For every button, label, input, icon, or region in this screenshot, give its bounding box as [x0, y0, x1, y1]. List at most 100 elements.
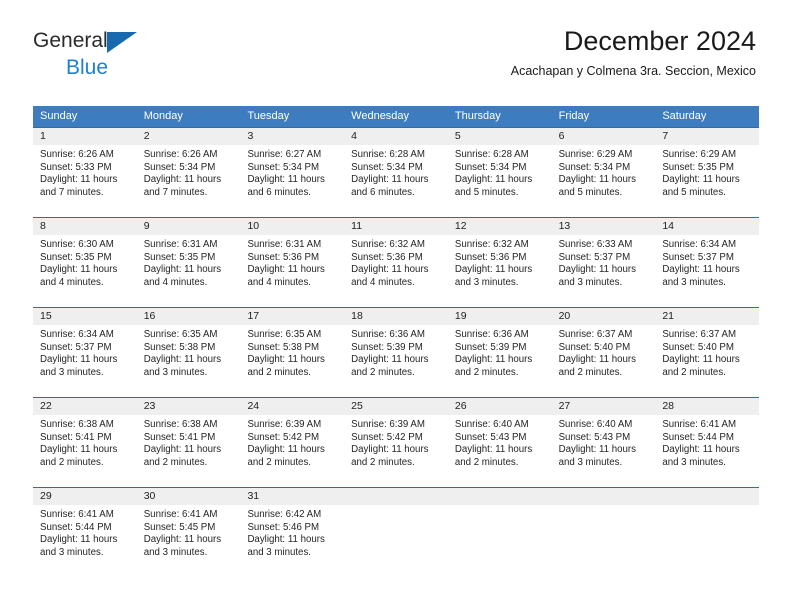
day-cell[interactable]: 12 Sunrise: 6:32 AM Sunset: 5:36 PM Dayl… — [447, 217, 552, 307]
day-cell[interactable]: 7 Sunrise: 6:29 AM Sunset: 5:35 PM Dayli… — [655, 127, 760, 217]
daylight-text-line1: Daylight: 11 hours — [558, 444, 636, 456]
day-cell[interactable]: 14 Sunrise: 6:34 AM Sunset: 5:37 PM Dayl… — [655, 217, 760, 307]
day-cell[interactable]: 31 Sunrise: 6:42 AM Sunset: 5:46 PM Dayl… — [240, 487, 345, 577]
day-cell[interactable]: 28 Sunrise: 6:41 AM Sunset: 5:44 PM Dayl… — [655, 397, 760, 487]
day-cell[interactable]: 30 Sunrise: 6:41 AM Sunset: 5:45 PM Dayl… — [136, 487, 241, 577]
day-cell[interactable]: 8 Sunrise: 6:30 AM Sunset: 5:35 PM Dayli… — [33, 217, 137, 307]
day-cell[interactable]: 26 Sunrise: 6:40 AM Sunset: 5:43 PM Dayl… — [447, 397, 552, 487]
day-cell[interactable]: 15 Sunrise: 6:34 AM Sunset: 5:37 PM Dayl… — [33, 307, 137, 397]
daylight-text-line2: and 3 minutes. — [40, 546, 104, 558]
sunset-text: Sunset: 5:35 PM — [40, 251, 112, 263]
sunset-text: Sunset: 5:42 PM — [351, 431, 423, 443]
day-number: 16 — [136, 308, 241, 325]
daylight-text-line2: and 5 minutes. — [662, 186, 726, 198]
sunrise-text: Sunrise: 6:38 AM — [40, 419, 114, 430]
sunrise-text: Sunrise: 6:31 AM — [247, 239, 322, 250]
daylight-text-line2: and 6 minutes. — [247, 186, 311, 198]
daylight-text-line1: Daylight: 11 hours — [351, 444, 429, 456]
day-number: 4 — [344, 128, 448, 145]
day-details: Sunrise: 6:35 AM Sunset: 5:38 PM Dayligh… — [137, 325, 241, 379]
day-details: Sunrise: 6:36 AM Sunset: 5:39 PM Dayligh… — [344, 325, 448, 379]
day-number: 18 — [344, 308, 448, 325]
sunrise-text: Sunrise: 6:26 AM — [143, 149, 218, 160]
sunset-text: Sunset: 5:35 PM — [662, 161, 734, 173]
sunset-text: Sunset: 5:33 PM — [40, 161, 112, 173]
day-details: Sunrise: 6:29 AM Sunset: 5:35 PM Dayligh… — [655, 145, 759, 199]
day-number: 10 — [240, 218, 345, 235]
weekday-header-monday: Monday — [143, 110, 183, 122]
day-number — [551, 488, 656, 505]
daylight-text-line1: Daylight: 11 hours — [143, 354, 222, 366]
day-cell[interactable]: 16 Sunrise: 6:35 AM Sunset: 5:38 PM Dayl… — [136, 307, 241, 397]
day-number: 26 — [447, 398, 552, 415]
daylight-text-line2: and 5 minutes. — [454, 186, 519, 198]
day-cell[interactable]: 22 Sunrise: 6:38 AM Sunset: 5:41 PM Dayl… — [33, 397, 137, 487]
day-cell-empty — [344, 487, 448, 577]
day-cell[interactable]: 29 Sunrise: 6:41 AM Sunset: 5:44 PM Dayl… — [33, 487, 137, 577]
daylight-text-line2: and 3 minutes. — [247, 546, 311, 558]
location-subtitle: Acachapan y Colmena 3ra. Seccion, Mexico — [510, 64, 756, 79]
day-number: 22 — [33, 398, 137, 415]
sunset-text: Sunset: 5:39 PM — [454, 341, 527, 353]
sunset-text: Sunset: 5:41 PM — [143, 431, 216, 443]
daylight-text-line2: and 4 minutes. — [247, 276, 311, 288]
general-blue-logo[interactable]: General Blue — [33, 30, 163, 78]
day-details: Sunrise: 6:38 AM Sunset: 5:41 PM Dayligh… — [137, 415, 241, 469]
sunset-text: Sunset: 5:34 PM — [351, 161, 423, 173]
day-cell[interactable]: 3 Sunrise: 6:27 AM Sunset: 5:34 PM Dayli… — [240, 127, 345, 217]
daylight-text-line2: and 3 minutes. — [143, 366, 208, 378]
day-cell[interactable]: 23 Sunrise: 6:38 AM Sunset: 5:41 PM Dayl… — [136, 397, 241, 487]
day-cell[interactable]: 27 Sunrise: 6:40 AM Sunset: 5:43 PM Dayl… — [551, 397, 656, 487]
day-cell[interactable]: 21 Sunrise: 6:37 AM Sunset: 5:40 PM Dayl… — [655, 307, 760, 397]
week-row: 8 Sunrise: 6:30 AM Sunset: 5:35 PM Dayli… — [33, 217, 760, 307]
sunrise-text: Sunrise: 6:34 AM — [40, 329, 114, 340]
day-cell[interactable]: 13 Sunrise: 6:33 AM Sunset: 5:37 PM Dayl… — [551, 217, 656, 307]
sunset-text: Sunset: 5:45 PM — [143, 521, 216, 533]
daylight-text-line2: and 2 minutes. — [454, 456, 519, 468]
day-number: 23 — [136, 398, 241, 415]
weekday-header-thursday: Thursday — [454, 110, 501, 122]
daylight-text-line2: and 4 minutes. — [351, 276, 415, 288]
day-cell[interactable]: 4 Sunrise: 6:28 AM Sunset: 5:34 PM Dayli… — [344, 127, 448, 217]
sunset-text: Sunset: 5:40 PM — [662, 341, 734, 353]
sunrise-text: Sunrise: 6:40 AM — [558, 419, 633, 430]
day-cell[interactable]: 10 Sunrise: 6:31 AM Sunset: 5:36 PM Dayl… — [240, 217, 345, 307]
sunset-text: Sunset: 5:42 PM — [247, 431, 320, 443]
daylight-text-line2: and 2 minutes. — [40, 456, 104, 468]
day-number: 12 — [447, 218, 552, 235]
day-number — [655, 488, 760, 505]
daylight-text-line1: Daylight: 11 hours — [454, 354, 533, 366]
daylight-text-line2: and 2 minutes. — [558, 366, 623, 378]
day-cell[interactable]: 2 Sunrise: 6:26 AM Sunset: 5:34 PM Dayli… — [136, 127, 241, 217]
week-row: 15 Sunrise: 6:34 AM Sunset: 5:37 PM Dayl… — [33, 307, 760, 397]
daylight-text-line1: Daylight: 11 hours — [558, 264, 636, 276]
day-number: 8 — [33, 218, 137, 235]
daylight-text-line1: Daylight: 11 hours — [351, 264, 429, 276]
day-number: 25 — [344, 398, 448, 415]
day-cell[interactable]: 11 Sunrise: 6:32 AM Sunset: 5:36 PM Dayl… — [344, 217, 448, 307]
daylight-text-line2: and 3 minutes. — [40, 366, 104, 378]
daylight-text-line1: Daylight: 11 hours — [143, 534, 222, 546]
daylight-text-line1: Daylight: 11 hours — [247, 174, 325, 186]
day-cell[interactable]: 1 Sunrise: 6:26 AM Sunset: 5:33 PM Dayli… — [33, 127, 137, 217]
daylight-text-line1: Daylight: 11 hours — [662, 444, 740, 456]
day-number: 27 — [551, 398, 656, 415]
day-cell[interactable]: 25 Sunrise: 6:39 AM Sunset: 5:42 PM Dayl… — [344, 397, 448, 487]
day-details: Sunrise: 6:32 AM Sunset: 5:36 PM Dayligh… — [448, 235, 552, 289]
day-cell[interactable]: 18 Sunrise: 6:36 AM Sunset: 5:39 PM Dayl… — [344, 307, 448, 397]
day-cell[interactable]: 19 Sunrise: 6:36 AM Sunset: 5:39 PM Dayl… — [447, 307, 552, 397]
day-cell[interactable]: 6 Sunrise: 6:29 AM Sunset: 5:34 PM Dayli… — [551, 127, 656, 217]
day-cell[interactable]: 20 Sunrise: 6:37 AM Sunset: 5:40 PM Dayl… — [551, 307, 656, 397]
day-cell[interactable]: 5 Sunrise: 6:28 AM Sunset: 5:34 PM Dayli… — [447, 127, 552, 217]
day-cell[interactable]: 24 Sunrise: 6:39 AM Sunset: 5:42 PM Dayl… — [240, 397, 345, 487]
daylight-text-line1: Daylight: 11 hours — [247, 444, 325, 456]
sunset-text: Sunset: 5:39 PM — [351, 341, 423, 353]
logo-line-general: General — [33, 30, 163, 54]
day-details: Sunrise: 6:41 AM Sunset: 5:44 PM Dayligh… — [33, 505, 137, 559]
day-cell[interactable]: 9 Sunrise: 6:31 AM Sunset: 5:35 PM Dayli… — [136, 217, 241, 307]
sunrise-text: Sunrise: 6:32 AM — [351, 239, 425, 250]
daylight-text-line2: and 2 minutes. — [454, 366, 519, 378]
weekday-header-saturday: Saturday — [662, 110, 707, 122]
day-number: 3 — [240, 128, 345, 145]
day-cell[interactable]: 17 Sunrise: 6:35 AM Sunset: 5:38 PM Dayl… — [240, 307, 345, 397]
